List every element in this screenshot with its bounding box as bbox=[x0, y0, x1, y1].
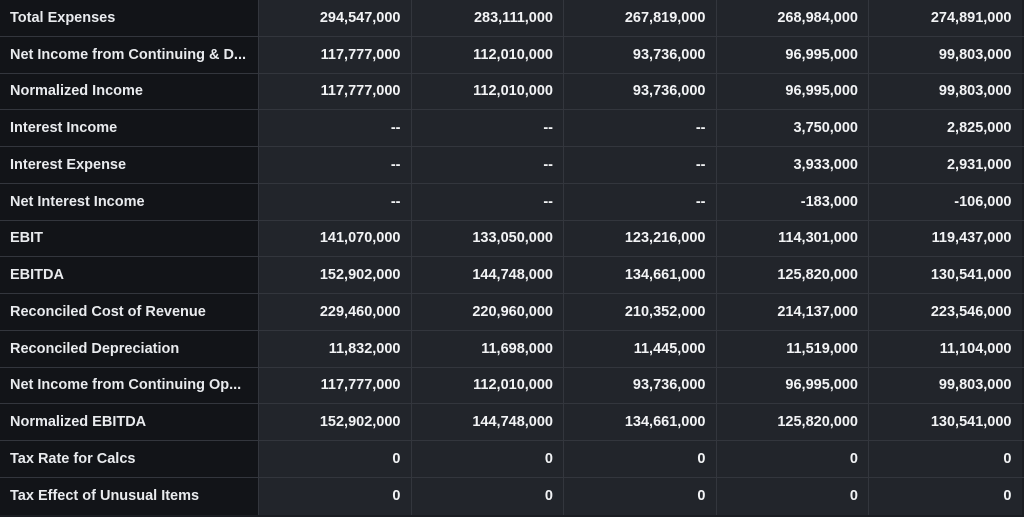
value-cell: 96,995,000 bbox=[716, 367, 869, 404]
value-cell: 267,819,000 bbox=[564, 0, 717, 36]
value-cell: 0 bbox=[411, 477, 564, 515]
value-cell: 274,891,000 bbox=[869, 0, 1022, 36]
value-cell: 96,995,000 bbox=[716, 36, 869, 73]
value-cell: -- bbox=[259, 147, 412, 183]
value-cell: -106,000 bbox=[869, 183, 1022, 220]
value-cell: 123,216,000 bbox=[564, 220, 717, 257]
value-cell: 0 bbox=[869, 441, 1022, 477]
row-label: Interest Expense bbox=[0, 147, 259, 183]
table-row: Net Interest Income -- -- -- -183,000 -1… bbox=[0, 183, 1024, 221]
value-cell: 0 bbox=[716, 477, 869, 515]
value-cell: 3,933,000 bbox=[716, 147, 869, 183]
value-cell: 0 bbox=[411, 441, 564, 477]
value-cell: 99,803,000 bbox=[869, 73, 1022, 110]
value-cell: 11,519,000 bbox=[716, 330, 869, 367]
row-label: Tax Effect of Unusual Items bbox=[0, 477, 259, 515]
value-cell: 119,437,000 bbox=[869, 220, 1022, 257]
value-cell: -- bbox=[411, 183, 564, 220]
value-cell: 229,460,000 bbox=[259, 294, 412, 330]
value-cell: 112,010,000 bbox=[411, 36, 564, 73]
value-cell: 11,445,000 bbox=[564, 330, 717, 367]
value-cell: 11,832,000 bbox=[259, 330, 412, 367]
value-cell: 3,750,000 bbox=[716, 110, 869, 146]
value-cell: 114,301,000 bbox=[716, 220, 869, 257]
value-cell: 144,748,000 bbox=[411, 404, 564, 440]
value-cell: 117,777,000 bbox=[259, 36, 412, 73]
row-label: Reconciled Depreciation bbox=[0, 330, 259, 367]
table-row: Reconciled Depreciation 11,832,000 11,69… bbox=[0, 330, 1024, 368]
value-cell: -- bbox=[564, 183, 717, 220]
value-cell: 283,111,000 bbox=[411, 0, 564, 36]
table-row: Total Expenses 294,547,000 283,111,000 2… bbox=[0, 0, 1024, 37]
value-cell: 0 bbox=[259, 477, 412, 515]
row-label: Net Interest Income bbox=[0, 183, 259, 220]
value-cell: 220,960,000 bbox=[411, 294, 564, 330]
value-cell: -- bbox=[411, 110, 564, 146]
value-cell: 112,010,000 bbox=[411, 367, 564, 404]
value-cell: 133,050,000 bbox=[411, 220, 564, 257]
value-cell: 11,104,000 bbox=[869, 330, 1022, 367]
table-row: Normalized EBITDA 152,902,000 144,748,00… bbox=[0, 404, 1024, 441]
value-cell: 210,352,000 bbox=[564, 294, 717, 330]
table-row: Interest Expense -- -- -- 3,933,000 2,93… bbox=[0, 147, 1024, 184]
row-label: Reconciled Cost of Revenue bbox=[0, 294, 259, 330]
value-cell: 0 bbox=[564, 477, 717, 515]
value-cell: 125,820,000 bbox=[716, 404, 869, 440]
financials-table: Total Expenses 294,547,000 283,111,000 2… bbox=[0, 0, 1024, 517]
value-cell: 112,010,000 bbox=[411, 73, 564, 110]
table-row: EBIT 141,070,000 133,050,000 123,216,000… bbox=[0, 220, 1024, 258]
value-cell: 134,661,000 bbox=[564, 404, 717, 440]
value-cell: 99,803,000 bbox=[869, 367, 1022, 404]
value-cell: 130,541,000 bbox=[869, 257, 1022, 293]
value-cell: -- bbox=[259, 110, 412, 146]
table-row: EBITDA 152,902,000 144,748,000 134,661,0… bbox=[0, 257, 1024, 294]
value-cell: 11,698,000 bbox=[411, 330, 564, 367]
value-cell: 141,070,000 bbox=[259, 220, 412, 257]
value-cell: 99,803,000 bbox=[869, 36, 1022, 73]
row-label: Net Income from Continuing Op... bbox=[0, 367, 259, 404]
row-label: EBIT bbox=[0, 220, 259, 257]
table-row: Tax Effect of Unusual Items 0 0 0 0 0 bbox=[0, 477, 1024, 515]
value-cell: 96,995,000 bbox=[716, 73, 869, 110]
value-cell: 125,820,000 bbox=[716, 257, 869, 293]
value-cell: 0 bbox=[564, 441, 717, 477]
value-cell: 144,748,000 bbox=[411, 257, 564, 293]
table-row: Net Income from Continuing Op... 117,777… bbox=[0, 367, 1024, 405]
table-row: Reconciled Cost of Revenue 229,460,000 2… bbox=[0, 294, 1024, 331]
value-cell: 130,541,000 bbox=[869, 404, 1022, 440]
value-cell: 93,736,000 bbox=[564, 73, 717, 110]
value-cell: -- bbox=[411, 147, 564, 183]
value-cell: 2,825,000 bbox=[869, 110, 1022, 146]
value-cell: 93,736,000 bbox=[564, 36, 717, 73]
value-cell: 2,931,000 bbox=[869, 147, 1022, 183]
value-cell: 268,984,000 bbox=[716, 0, 869, 36]
value-cell: 223,546,000 bbox=[869, 294, 1022, 330]
table-row: Normalized Income 117,777,000 112,010,00… bbox=[0, 73, 1024, 111]
table-row: Interest Income -- -- -- 3,750,000 2,825… bbox=[0, 110, 1024, 147]
row-label: EBITDA bbox=[0, 257, 259, 293]
row-label: Normalized EBITDA bbox=[0, 404, 259, 440]
row-label: Normalized Income bbox=[0, 73, 259, 110]
table-row: Net Income from Continuing & D... 117,77… bbox=[0, 36, 1024, 74]
value-cell: 152,902,000 bbox=[259, 404, 412, 440]
value-cell: 214,137,000 bbox=[716, 294, 869, 330]
value-cell: 0 bbox=[259, 441, 412, 477]
table-row: Tax Rate for Calcs 0 0 0 0 0 bbox=[0, 441, 1024, 478]
row-label: Tax Rate for Calcs bbox=[0, 441, 259, 477]
value-cell: 134,661,000 bbox=[564, 257, 717, 293]
value-cell: 117,777,000 bbox=[259, 73, 412, 110]
row-label: Total Expenses bbox=[0, 0, 259, 36]
row-label: Net Income from Continuing & D... bbox=[0, 36, 259, 73]
value-cell: 0 bbox=[716, 441, 869, 477]
value-cell: 152,902,000 bbox=[259, 257, 412, 293]
value-cell: 0 bbox=[869, 477, 1022, 515]
value-cell: -- bbox=[564, 110, 717, 146]
row-label: Interest Income bbox=[0, 110, 259, 146]
value-cell: -- bbox=[564, 147, 717, 183]
value-cell: 294,547,000 bbox=[259, 0, 412, 36]
value-cell: 117,777,000 bbox=[259, 367, 412, 404]
value-cell: 93,736,000 bbox=[564, 367, 717, 404]
value-cell: -- bbox=[259, 183, 412, 220]
value-cell: -183,000 bbox=[716, 183, 869, 220]
